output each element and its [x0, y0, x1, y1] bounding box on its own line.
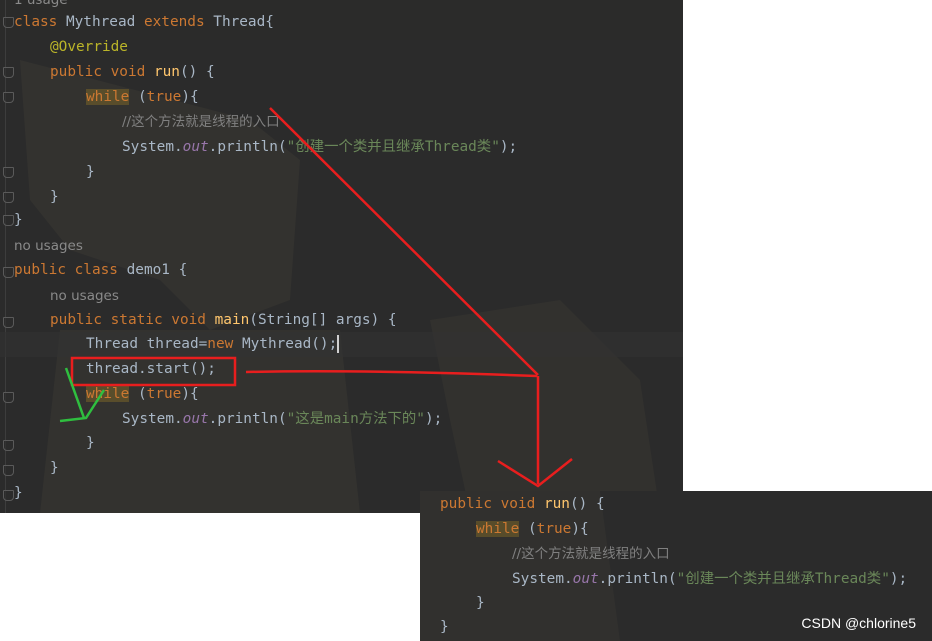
fold-icon[interactable]: [3, 490, 14, 501]
code-line: }: [14, 485, 23, 501]
code-line: Thread thread=new Mythread();: [86, 335, 340, 353]
code-line: thread.start();: [86, 361, 216, 377]
fold-icon[interactable]: [3, 92, 14, 103]
code-line: System.out.println("创建一个类并且继承Thread类");: [512, 571, 908, 587]
code-comment: //这个方法就是线程的入口: [512, 546, 670, 562]
code-line: }: [50, 189, 59, 205]
fold-icon[interactable]: [3, 317, 14, 328]
code-line: }: [14, 212, 23, 228]
fold-icon[interactable]: [3, 215, 14, 226]
usage-hint: no usages: [14, 238, 83, 254]
code-line: while (true){: [476, 521, 589, 537]
code-line: public void run() {: [440, 496, 605, 512]
fold-icon[interactable]: [3, 167, 14, 178]
fold-icon[interactable]: [3, 67, 14, 78]
fold-icon[interactable]: [3, 465, 14, 476]
main-code-editor[interactable]: 1 usage class Mythread extends Thread{ @…: [0, 0, 683, 513]
code-line: }: [440, 619, 449, 635]
code-line: while (true){: [86, 89, 199, 105]
watermark: CSDN @chlorine5: [801, 615, 916, 631]
code-line: }: [476, 595, 485, 611]
code-line: }: [50, 460, 59, 476]
fold-icon[interactable]: [3, 192, 14, 203]
code-line: public class demo1 {: [14, 262, 188, 278]
code-line: public static void main(String[] args) {: [50, 312, 397, 328]
code-line: class Mythread extends Thread{: [14, 14, 274, 30]
code-line: System.out.println("创建一个类并且继承Thread类");: [122, 139, 518, 155]
fold-icon[interactable]: [3, 440, 14, 451]
code-line: while (true){: [86, 386, 199, 402]
code-line: }: [86, 435, 95, 451]
code-line: @Override: [50, 39, 128, 55]
fold-icon[interactable]: [3, 17, 14, 28]
usage-hint: no usages: [50, 288, 119, 304]
code-line: System.out.println("这是main方法下的");: [122, 411, 443, 427]
fold-icon[interactable]: [3, 392, 14, 403]
code-comment: //这个方法就是线程的入口: [122, 114, 280, 130]
code-line: public void run() {: [50, 64, 215, 80]
text-caret: [337, 335, 340, 353]
code-line: }: [86, 164, 95, 180]
fold-icon[interactable]: [3, 267, 14, 278]
